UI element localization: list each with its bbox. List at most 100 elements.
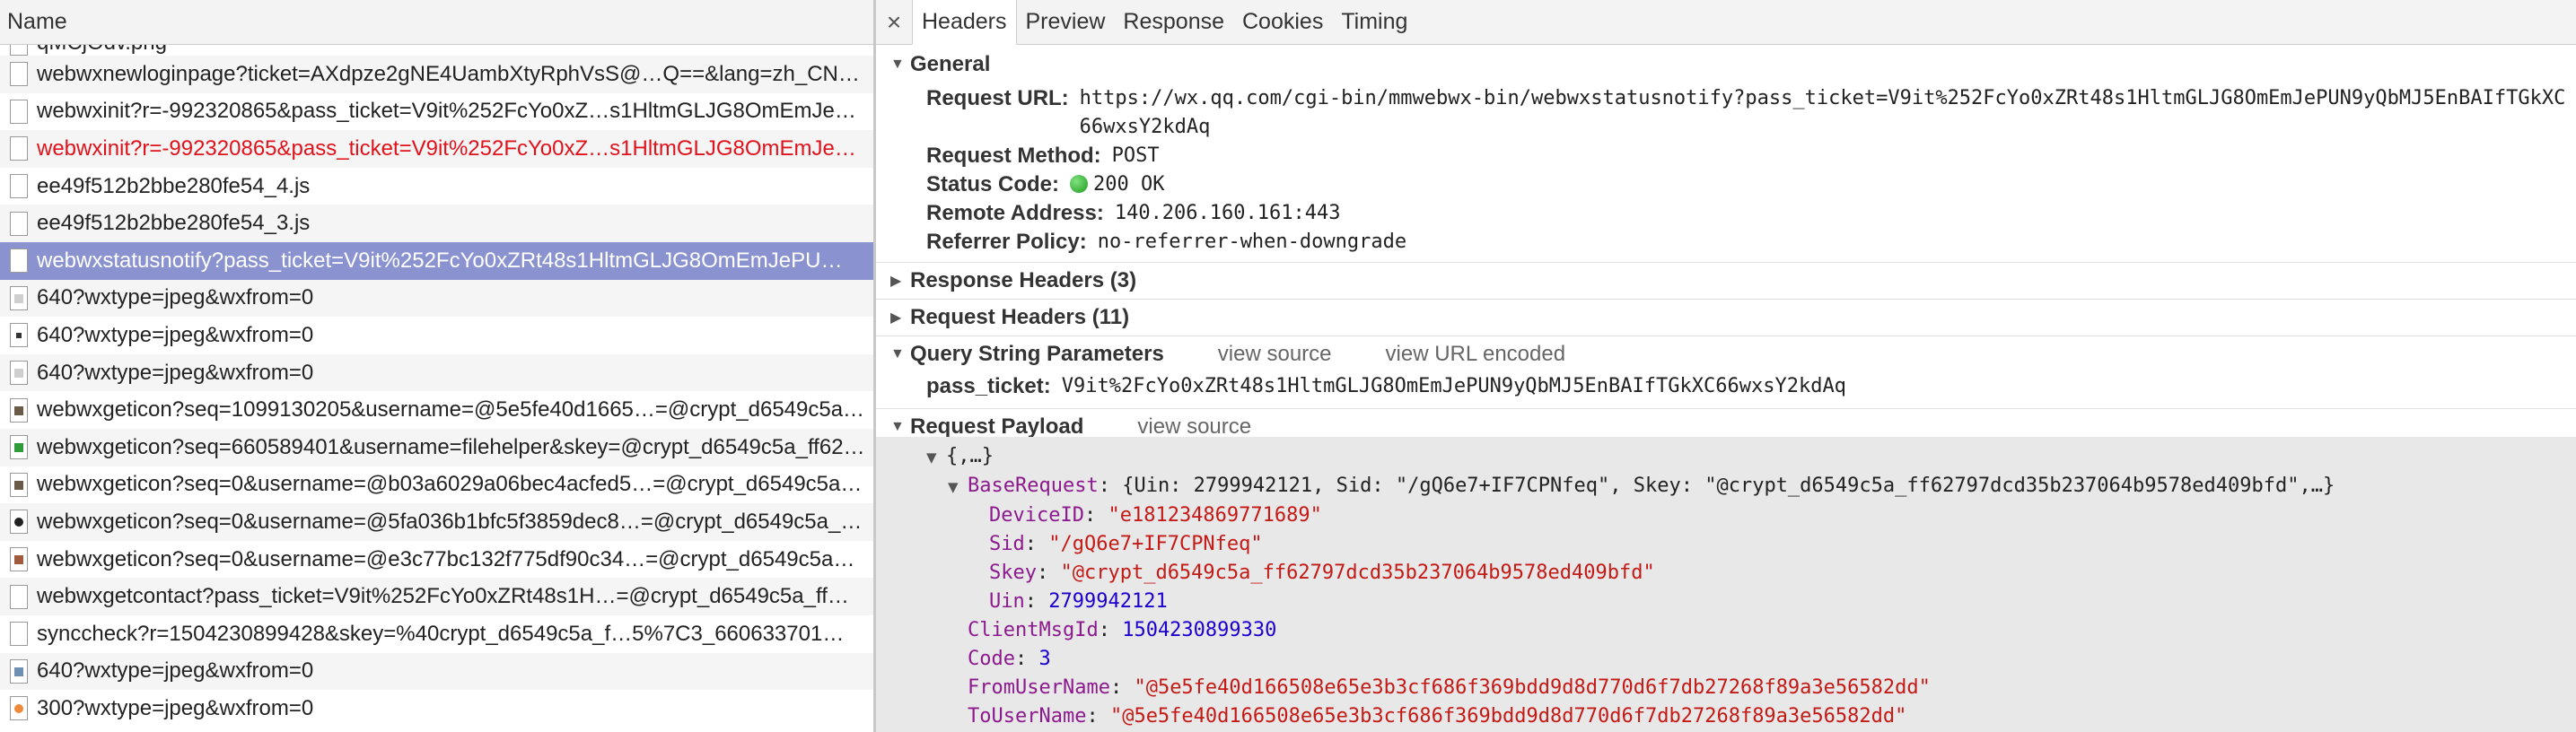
request-row[interactable]: webwxgeticon?seq=660589401&username=file…: [0, 428, 874, 466]
file-icon: [10, 211, 28, 236]
request-name: 640?wxtype=jpeg&wxfrom=0: [37, 285, 314, 310]
request-name: webwxnewloginpage?ticket=AXdpze2gNE4Uamb…: [37, 61, 860, 86]
status-code-value: 200 OK: [1093, 173, 1165, 196]
request-method-label: Request Method:: [926, 144, 1101, 168]
response-headers-section-header[interactable]: ▶ Response Headers (3): [876, 263, 2576, 299]
json-value: "@crypt_d6549c5a_ff62797dcd35b237064b957…: [1060, 562, 1655, 584]
response-headers-title: Response Headers (3): [910, 268, 1137, 292]
request-details-pane: × Headers Preview Response Cookies Timin…: [876, 0, 2576, 732]
request-headers-title: Request Headers (11): [910, 305, 1130, 329]
json-property: DeviceID: "e181234869771689": [989, 504, 1322, 527]
file-icon: [10, 45, 28, 56]
tab-headers[interactable]: Headers: [912, 0, 1017, 45]
json-key: Sid: [989, 533, 1025, 555]
request-name: webwxstatusnotify?pass_ticket=V9it%252Fc…: [37, 248, 843, 273]
request-method-row: Request Method: POST: [876, 142, 2576, 170]
json-key: Uin: [989, 590, 1025, 613]
query-view-source-link[interactable]: view source: [1218, 342, 1332, 367]
general-section-header[interactable]: ▼ General: [876, 45, 2576, 84]
image-icon: [10, 397, 28, 423]
json-value: 1504230899330: [1122, 619, 1277, 641]
file-icon: [10, 248, 28, 274]
request-name: ee49f512b2bbe280fe54_3.js: [37, 211, 311, 236]
request-url-value: https://wx.qq.com/cgi-bin/mmwebwx-bin/we…: [1079, 87, 2566, 138]
chevron-down-icon: ▼: [948, 479, 959, 495]
request-row[interactable]: webwxgeticon?seq=0&username=@e3c77bc132f…: [0, 541, 874, 579]
request-row[interactable]: webwxinit?r=-992320865&pass_ticket=V9it%…: [0, 130, 874, 168]
name-column-header[interactable]: Name: [0, 0, 874, 45]
json-value: "e181234869771689": [1108, 504, 1322, 527]
request-row[interactable]: webwxnewloginpage?ticket=AXdpze2gNE4Uamb…: [0, 56, 874, 93]
json-key: Skey: [989, 562, 1037, 584]
remote-address-row: Remote Address: 140.206.160.161:443: [876, 199, 2576, 228]
request-row[interactable]: 300?wxtype=jpeg&wxfrom=0: [0, 690, 874, 728]
file-icon: [10, 584, 28, 609]
payload-view-source-link[interactable]: view source: [1137, 414, 1251, 440]
request-list-pane: Name qMCjOdv.png webwxnewloginpage?ticket…: [0, 0, 874, 732]
close-icon[interactable]: ×: [876, 0, 912, 44]
request-row[interactable]: synccheck?r=1504230899428&skey=%40crypt_…: [0, 615, 874, 653]
referrer-policy-value: no-referrer-when-downgrade: [1097, 231, 1407, 253]
request-row[interactable]: webwxstatusnotify?pass_ticket=V9it%252Fc…: [0, 241, 874, 280]
image-icon: [10, 658, 28, 684]
payload-base-request-node[interactable]: ▼ BaseRequest: {Uin: 2799942121, Sid: "/g…: [876, 472, 2576, 501]
json-value: "@5e5fe40d166508e65e3b3cf686f369bdd9d8d7…: [1134, 676, 1931, 699]
request-row[interactable]: ee49f512b2bbe280fe54_3.js: [0, 205, 874, 242]
payload-root-node[interactable]: ▼ {,…}: [876, 442, 2576, 472]
query-view-url-encoded-link[interactable]: view URL encoded: [1386, 342, 1566, 367]
request-row[interactable]: ee49f512b2bbe280fe54_4.js: [0, 168, 874, 205]
tab-timing[interactable]: Timing: [1332, 0, 1416, 44]
query-string-title: Query String Parameters: [910, 342, 1164, 366]
remote-address-label: Remote Address:: [926, 201, 1104, 225]
referrer-policy-row: Referrer Policy: no-referrer-when-downgr…: [876, 228, 2576, 257]
request-row[interactable]: webwxgeticon?seq=0&username=@b03a6029a06…: [0, 466, 874, 504]
json-property: Uin: 2799942121: [989, 590, 1168, 613]
json-key: BaseRequest: [968, 475, 1099, 497]
request-row[interactable]: webwxgeticon?seq=0&username=@5fa036b1bfc…: [0, 503, 874, 541]
json-key: ToUserName: [968, 705, 1087, 728]
json-value: 3: [1038, 648, 1051, 670]
request-row[interactable]: webwxinit?r=-992320865&pass_ticket=V9it%…: [0, 93, 874, 131]
request-url-label: Request URL:: [926, 86, 1069, 110]
request-row[interactable]: webwxgeticon?seq=1099130205&username=@5e…: [0, 391, 874, 429]
json-key: ClientMsgId: [968, 619, 1099, 641]
tab-preview[interactable]: Preview: [1017, 0, 1115, 44]
request-headers-section-header[interactable]: ▶ Request Headers (11): [876, 300, 2576, 336]
request-method-value: POST: [1111, 144, 1160, 167]
file-icon: [10, 99, 28, 124]
json-value: "/gQ6e7+IF7CPNfeq": [1048, 533, 1263, 555]
request-name: 640?wxtype=jpeg&wxfrom=0: [37, 360, 314, 385]
request-name: synccheck?r=1504230899428&skey=%40crypt_…: [37, 621, 845, 646]
pass-ticket-param-value: V9it%2FcYo0xZRt48s1HltmGLJG8OmEmJePUN9yQ…: [1061, 375, 1846, 397]
file-icon: [10, 622, 28, 647]
json-property: FromUserName: "@5e5fe40d166508e65e3b3cf6…: [968, 676, 1931, 699]
image-icon: [10, 435, 28, 460]
image-icon: [10, 696, 28, 721]
status-code-row: Status Code: 200 OK: [876, 170, 2576, 199]
request-row[interactable]: qMCjOdv.png: [0, 45, 874, 56]
request-row[interactable]: 640?wxtype=jpeg&wxfrom=0: [0, 279, 874, 318]
tab-cookies[interactable]: Cookies: [1233, 0, 1332, 44]
request-name: 300?wxtype=jpeg&wxfrom=0: [37, 695, 314, 720]
tab-response[interactable]: Response: [1114, 0, 1233, 44]
image-icon: [10, 285, 28, 310]
request-row[interactable]: 640?wxtype=jpeg&wxfrom=0: [0, 353, 874, 392]
status-code-wrap: 200 OK: [1070, 170, 1165, 199]
request-payload-title: Request Payload: [910, 414, 1084, 439]
chevron-right-icon: ▶: [890, 274, 902, 289]
request-name: webwxgeticon?seq=0&username=@5fa036b1bfc…: [37, 509, 863, 534]
request-row[interactable]: webwxgetcontact?pass_ticket=V9it%252FcYo…: [0, 578, 874, 615]
query-string-section-header[interactable]: ▼ Query String Parameters view source vi…: [876, 336, 2576, 372]
chevron-down-icon: ▼: [926, 449, 937, 466]
json-value: "@5e5fe40d166508e65e3b3cf686f369bdd9d8d7…: [1109, 705, 1907, 728]
request-name: 640?wxtype=jpeg&wxfrom=0: [37, 322, 314, 347]
request-row[interactable]: 640?wxtype=jpeg&wxfrom=0: [0, 317, 874, 354]
json-property: Skey: "@crypt_d6549c5a_ff62797dcd35b2370…: [989, 562, 1655, 584]
image-icon: [10, 361, 28, 386]
chevron-down-icon: ▼: [890, 419, 905, 434]
request-row[interactable]: 640?wxtype=jpeg&wxfrom=0: [0, 652, 874, 691]
pass-ticket-param-row: pass_ticket: V9it%2FcYo0xZRt48s1HltmGLJG…: [876, 372, 2576, 401]
pass-ticket-param-key: pass_ticket:: [926, 374, 1051, 398]
chevron-right-icon: ▶: [890, 310, 902, 326]
status-success-icon: [1070, 175, 1089, 193]
